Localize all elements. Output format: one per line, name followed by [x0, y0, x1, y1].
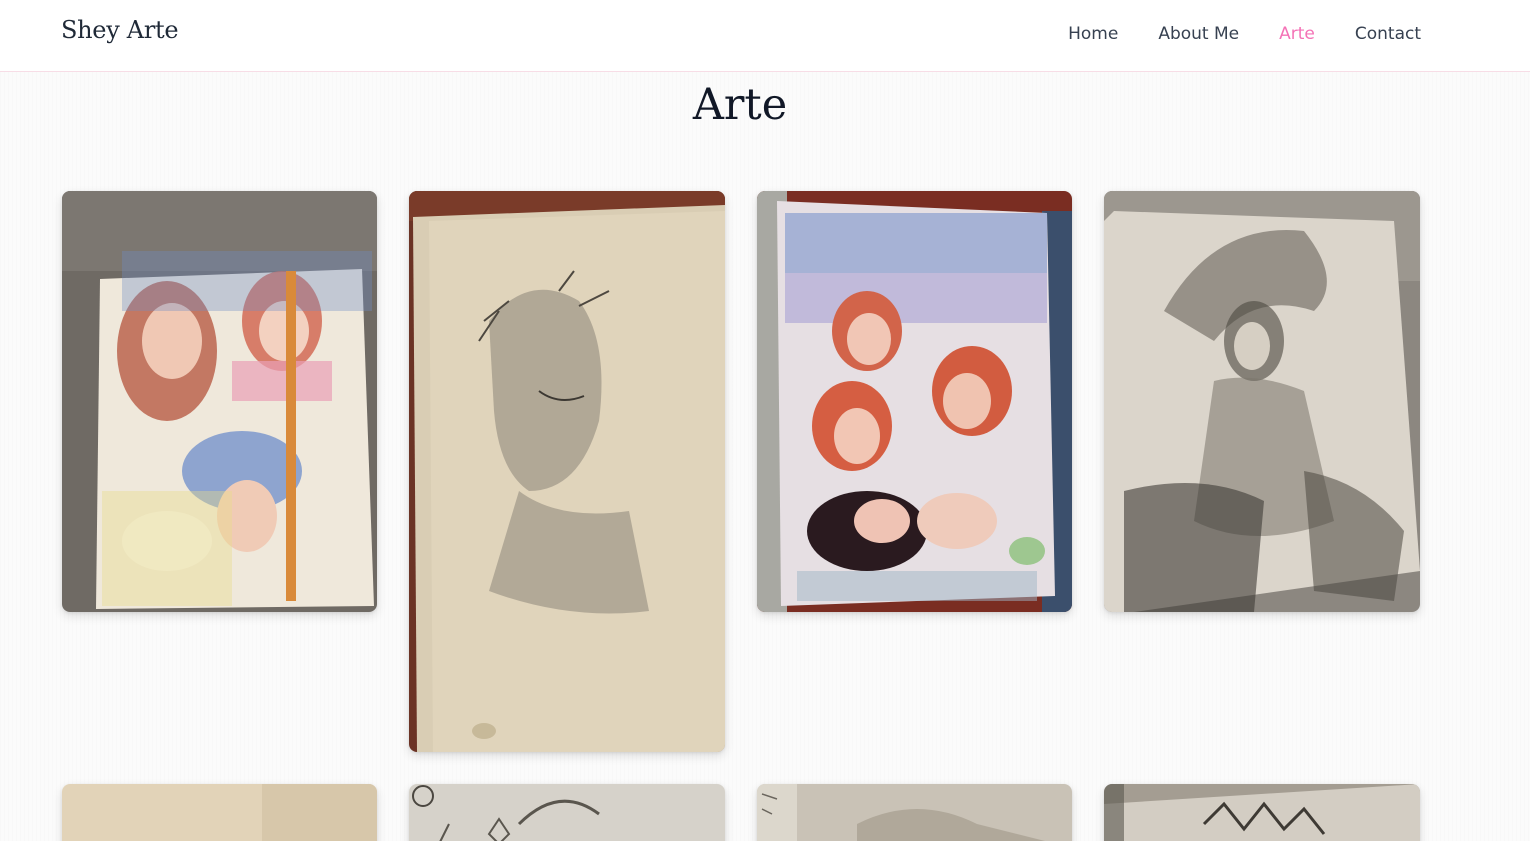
- artwork-image: [409, 784, 725, 841]
- brand-logo-link[interactable]: Shey Arte: [61, 16, 179, 44]
- artwork-image: [757, 784, 1072, 841]
- gallery-artwork-1[interactable]: [62, 191, 377, 612]
- artwork-image: [757, 191, 1072, 612]
- nav-link-about-me[interactable]: About Me: [1158, 23, 1239, 45]
- artwork-image: [1104, 191, 1420, 612]
- artwork-image: [62, 784, 377, 841]
- gallery-artwork-6[interactable]: [409, 784, 725, 841]
- gallery-artwork-5[interactable]: [62, 784, 377, 841]
- gallery-artwork-2[interactable]: [409, 191, 725, 752]
- nav-link-contact[interactable]: Contact: [1355, 23, 1421, 45]
- page-title: Arte: [692, 80, 788, 130]
- gallery-artwork-3[interactable]: [757, 191, 1072, 612]
- gallery-artwork-4[interactable]: [1104, 191, 1420, 612]
- nav-link-arte[interactable]: Arte: [1279, 23, 1315, 45]
- nav-links: Home About Me Arte Contact: [1068, 23, 1421, 45]
- artwork-image: [62, 191, 377, 612]
- artwork-image: [1104, 784, 1420, 841]
- artwork-image: [409, 191, 725, 752]
- gallery-artwork-8[interactable]: [1104, 784, 1420, 841]
- top-navbar: Shey Arte Home About Me Arte Contact: [0, 0, 1530, 72]
- gallery-artwork-7[interactable]: [757, 784, 1072, 841]
- nav-link-home[interactable]: Home: [1068, 23, 1118, 45]
